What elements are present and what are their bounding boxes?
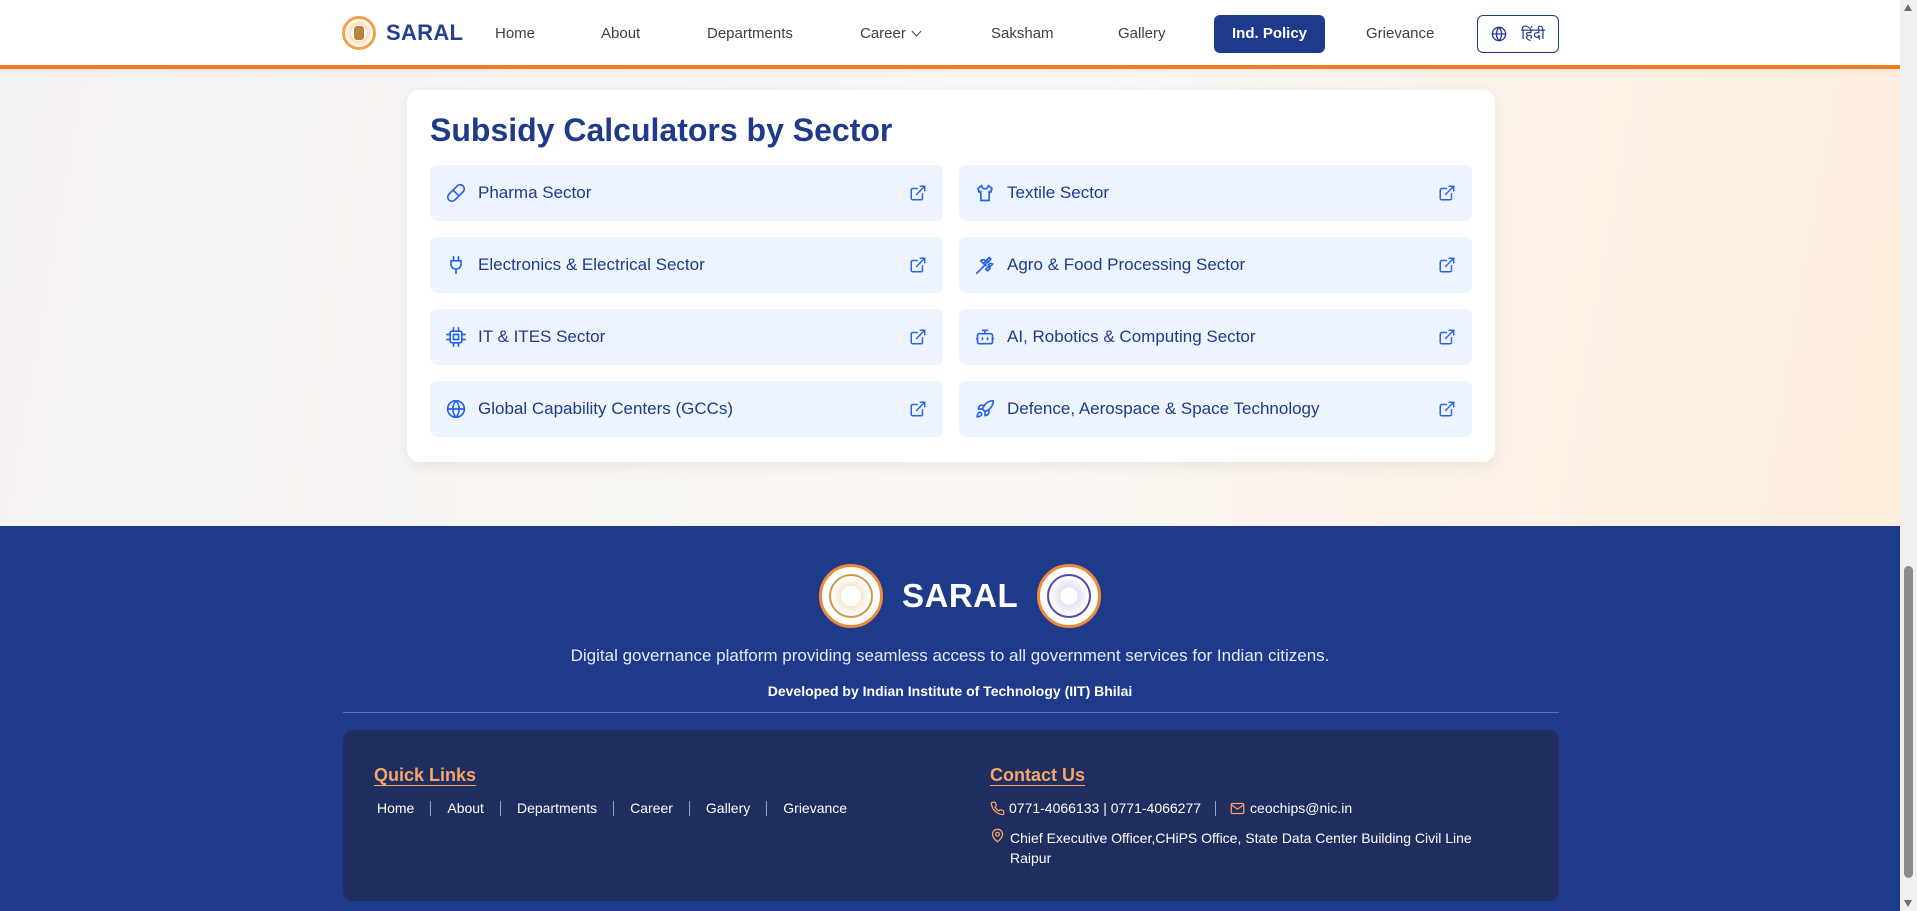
map-pin-icon	[991, 828, 1004, 843]
sector-label: Electronics & Electrical Sector	[478, 255, 705, 274]
mail-icon	[1230, 802, 1245, 814]
emblem-icon	[342, 16, 376, 50]
quick-links-list: Home About Departments Career Gallery Gr…	[373, 800, 847, 816]
subsidy-calculators-card: Subsidy Calculators by Sector Pharma Sec…	[407, 90, 1495, 462]
pill-icon	[446, 183, 466, 203]
nav-grievance[interactable]: Grievance	[1366, 15, 1434, 53]
sector-agro-food[interactable]: Agro & Food Processing Sector	[959, 237, 1472, 293]
external-link-icon	[910, 329, 926, 345]
sector-electronics[interactable]: Electronics & Electrical Sector	[430, 237, 943, 293]
contact-heading: Contact Us	[990, 765, 1086, 785]
quick-links-heading: Quick Links	[374, 765, 477, 785]
quick-link-home[interactable]: Home	[377, 800, 414, 816]
contact-address: Chief Executive Officer,CHiPS Office, St…	[990, 828, 1472, 868]
contact-phone-email: 0771-4066133 | 0771-4066277 ceochips@nic…	[990, 800, 1352, 816]
sector-label: AI, Robotics & Computing Sector	[1007, 327, 1256, 346]
sector-gcc[interactable]: Global Capability Centers (GCCs)	[430, 381, 943, 437]
link-separator	[766, 800, 768, 816]
sector-ai-robotics[interactable]: AI, Robotics & Computing Sector	[959, 309, 1472, 365]
chips-logo	[1037, 564, 1102, 628]
phone-icon	[990, 801, 1005, 815]
sector-label: Global Capability Centers (GCCs)	[478, 399, 734, 418]
link-separator	[613, 800, 615, 816]
sector-defence-aerospace[interactable]: Defence, Aerospace & Space Technology	[959, 381, 1472, 437]
footer-links-panel: Quick Links Home About Departments Caree…	[343, 730, 1559, 901]
quick-link-about[interactable]: About	[447, 800, 484, 816]
brand-name: SARAL	[386, 20, 464, 45]
external-link-icon	[910, 401, 926, 417]
quick-link-career[interactable]: Career	[630, 800, 673, 816]
language-label: हिंदी	[1521, 26, 1545, 43]
sector-label: Textile Sector	[1007, 183, 1110, 202]
external-link-icon	[1439, 257, 1455, 273]
sector-it-ites[interactable]: IT & ITES Sector	[430, 309, 943, 365]
external-link-icon	[1439, 329, 1455, 345]
nav-about[interactable]: About	[601, 15, 640, 53]
wheat-icon	[975, 256, 995, 275]
nav-career-label: Career	[860, 25, 906, 42]
address-line-1: Chief Executive Officer,CHiPS Office, St…	[1010, 830, 1472, 846]
contact-email[interactable]: ceochips@nic.in	[1250, 800, 1352, 816]
chevron-down-icon	[911, 26, 922, 37]
nav-saksham[interactable]: Saksham	[991, 15, 1054, 53]
language-toggle-button[interactable]: हिंदी	[1477, 15, 1559, 53]
site-footer: SARAL Digital governance platform provid…	[0, 526, 1900, 911]
scroll-up-arrow-icon[interactable]	[1904, 4, 1912, 11]
sector-textile[interactable]: Textile Sector	[959, 165, 1472, 221]
link-separator	[499, 800, 501, 816]
sector-label: IT & ITES Sector	[478, 327, 606, 346]
nav-home[interactable]: Home	[495, 15, 535, 53]
footer-brand: SARAL	[819, 564, 1102, 628]
scrollbar-thumb[interactable]	[1904, 566, 1913, 878]
sector-label: Agro & Food Processing Sector	[1007, 255, 1246, 274]
brand-logo[interactable]: SARAL	[342, 16, 463, 50]
plug-icon	[450, 255, 462, 275]
link-separator	[430, 800, 432, 816]
shirt-icon	[977, 184, 993, 202]
sector-label: Pharma Sector	[478, 183, 592, 202]
scroll-down-arrow-icon[interactable]	[1904, 900, 1912, 907]
quick-link-grievance[interactable]: Grievance	[783, 800, 847, 816]
nav-departments[interactable]: Departments	[707, 15, 793, 53]
quick-link-gallery[interactable]: Gallery	[706, 800, 750, 816]
state-emblem-logo	[819, 564, 883, 628]
sector-label: Defence, Aerospace & Space Technology	[1007, 399, 1320, 418]
rocket-icon	[976, 399, 995, 418]
external-link-icon	[910, 185, 926, 201]
section-title: Subsidy Calculators by Sector	[430, 112, 893, 148]
link-separator	[688, 800, 690, 816]
globe-icon	[1491, 26, 1507, 42]
footer-brand-name: SARAL	[902, 577, 1019, 614]
nav-career[interactable]: Career	[860, 15, 922, 53]
top-navbar: SARAL Home About Departments Career Saks…	[0, 0, 1900, 69]
footer-description: Digital governance platform providing se…	[570, 646, 1330, 665]
contact-phone[interactable]: 0771-4066133 | 0771-4066277	[1009, 800, 1201, 816]
footer-divider	[343, 712, 1559, 713]
chip-icon	[446, 327, 466, 347]
nav-ind-policy[interactable]: Ind. Policy	[1214, 15, 1326, 53]
nav-gallery[interactable]: Gallery	[1118, 15, 1166, 53]
quick-link-departments[interactable]: Departments	[517, 800, 597, 816]
page-scrollbar[interactable]	[1900, 0, 1917, 911]
sector-pharma[interactable]: Pharma Sector	[430, 165, 943, 221]
robot-icon	[975, 329, 995, 345]
external-link-icon	[910, 257, 926, 273]
footer-developer-credit: Developed by Indian Institute of Technol…	[767, 683, 1133, 699]
address-line-2: Raipur	[1010, 850, 1052, 866]
contact-separator	[1215, 800, 1217, 816]
external-link-icon	[1439, 185, 1455, 201]
globe-icon	[446, 399, 466, 419]
external-link-icon	[1439, 401, 1455, 417]
